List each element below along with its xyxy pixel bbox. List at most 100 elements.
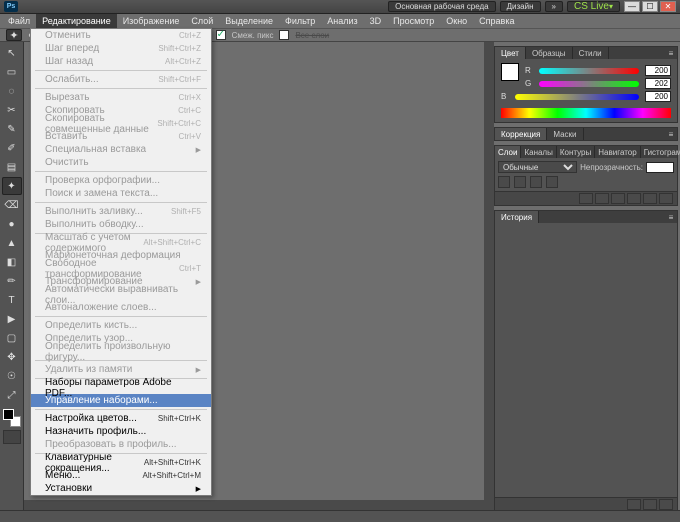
horizontal-scrollbar[interactable] (24, 500, 484, 510)
tool-17[interactable]: ☉ (2, 367, 22, 385)
menu-справка[interactable]: Справка (473, 14, 520, 28)
lock-all-icon[interactable] (546, 176, 558, 188)
tab-masks[interactable]: Маски (547, 128, 583, 140)
blend-mode-select[interactable]: Обычные (498, 161, 577, 173)
contiguous-label: Смеж. пикс (232, 31, 274, 40)
tool-10[interactable]: ▲ (2, 234, 22, 252)
menu-слой[interactable]: Слой (185, 14, 219, 28)
menu-item-shortcut: Shift+Ctrl+C (157, 119, 201, 128)
menu-анализ[interactable]: Анализ (321, 14, 363, 28)
new-snapshot-icon[interactable] (627, 499, 641, 510)
tool-8[interactable]: ⌫ (2, 196, 22, 214)
menu-item[interactable]: Наборы параметров Adobe PDF... (31, 381, 211, 394)
tool-7[interactable]: ✦ (2, 177, 22, 195)
tab-history[interactable]: История (495, 211, 539, 223)
menu-item-label: Проверка орфографии... (45, 175, 160, 186)
new-group-icon[interactable] (627, 193, 641, 204)
maximize-button[interactable]: ☐ (642, 1, 658, 12)
g-value[interactable]: 202 (645, 78, 671, 89)
menu-фильтр[interactable]: Фильтр (279, 14, 321, 28)
menu-item: ВырезатьCtrl+X (31, 91, 211, 104)
menu-item: Ослабить...Shift+Ctrl+F (31, 73, 211, 86)
tool-12[interactable]: ✏ (2, 272, 22, 290)
tab-swatches[interactable]: Образцы (526, 47, 573, 59)
menu-3d[interactable]: 3D (364, 14, 388, 28)
b-slider[interactable] (515, 94, 639, 100)
more-button[interactable]: » (545, 1, 563, 12)
panel-menu-icon[interactable]: ≡ (665, 128, 677, 140)
tool-15[interactable]: ▢ (2, 329, 22, 347)
layer-mask-icon[interactable] (611, 193, 625, 204)
tool-6[interactable]: ▤ (2, 158, 22, 176)
tool-4[interactable]: ✎ (2, 120, 22, 138)
minimize-button[interactable]: — (624, 1, 640, 12)
lock-transparency-icon[interactable] (498, 176, 510, 188)
tool-9[interactable]: ● (2, 215, 22, 233)
panel-menu-icon[interactable]: ≡ (665, 211, 677, 223)
lock-pixels-icon[interactable] (514, 176, 526, 188)
delete-state-icon[interactable] (659, 499, 673, 510)
menu-item[interactable]: Установки (31, 482, 211, 495)
tools-panel: ↖▭◌✂✎✐▤✦⌫●▲◧✏T▶▢✥☉⤢ (0, 42, 24, 510)
new-document-icon[interactable] (643, 499, 657, 510)
tool-3[interactable]: ✂ (2, 101, 22, 119)
menu-редактирование[interactable]: Редактирование (36, 14, 117, 28)
menu-просмотр[interactable]: Просмотр (387, 14, 440, 28)
all-layers-checkbox[interactable] (279, 30, 289, 40)
b-value[interactable]: 200 (645, 91, 671, 102)
design-workspace-button[interactable]: Дизайн (500, 1, 541, 12)
menu-item: Автоматически выравнивать слои... (31, 288, 211, 301)
layer-style-icon[interactable] (595, 193, 609, 204)
tab-navigator[interactable]: Навигатор (595, 146, 640, 158)
r-slider[interactable] (539, 68, 639, 74)
new-layer-icon[interactable] (643, 193, 657, 204)
menu-item-label: Выполнить обводку... (45, 219, 144, 230)
tab-layers[interactable]: Слои (495, 146, 521, 158)
color-swatches[interactable] (3, 409, 21, 427)
vertical-scrollbar[interactable] (484, 42, 494, 510)
menu-окно[interactable]: Окно (440, 14, 473, 28)
tool-14[interactable]: ▶ (2, 310, 22, 328)
hue-ramp[interactable] (501, 108, 671, 118)
menu-item[interactable]: Назначить профиль... (31, 425, 211, 438)
menu-изображение[interactable]: Изображение (117, 14, 186, 28)
menu-выделение[interactable]: Выделение (219, 14, 279, 28)
tool-18[interactable]: ⤢ (2, 386, 22, 404)
tool-1[interactable]: ▭ (2, 63, 22, 81)
tab-adjustments[interactable]: Коррекция (495, 128, 547, 140)
tab-histogram[interactable]: Гистограмма (641, 146, 680, 158)
opacity-input[interactable] (646, 162, 674, 173)
close-button[interactable]: ✕ (660, 1, 676, 12)
tool-0[interactable]: ↖ (2, 44, 22, 62)
tool-16[interactable]: ✥ (2, 348, 22, 366)
tab-paths[interactable]: Контуры (557, 146, 595, 158)
b-label: B (501, 92, 509, 101)
r-value[interactable]: 200 (645, 65, 671, 76)
delete-layer-icon[interactable] (659, 193, 673, 204)
contiguous-checkbox[interactable] (216, 30, 226, 40)
tool-11[interactable]: ◧ (2, 253, 22, 271)
tool-2[interactable]: ◌ (2, 82, 22, 100)
menu-item-label: Отменить (45, 30, 91, 41)
menu-item[interactable]: Настройка цветов...Shift+Ctrl+K (31, 412, 211, 425)
menu-item-shortcut: Alt+Ctrl+Z (165, 57, 201, 66)
panel-menu-icon[interactable]: ≡ (665, 47, 677, 59)
layers-panel: Слои Каналы Контуры Навигатор Гистограмм… (494, 145, 678, 206)
cs-live-button[interactable]: CS Live ▾ (567, 1, 620, 12)
r-label: R (525, 66, 533, 75)
tab-color[interactable]: Цвет (495, 47, 526, 59)
tool-5[interactable]: ✐ (2, 139, 22, 157)
tool-13[interactable]: T (2, 291, 22, 309)
workspace-switcher[interactable]: Основная рабочая среда (388, 1, 496, 12)
tab-channels[interactable]: Каналы (521, 146, 556, 158)
link-layers-icon[interactable] (579, 193, 593, 204)
quick-mask-icon[interactable] (3, 430, 21, 444)
menu-item-label: Ослабить... (45, 74, 99, 85)
tab-styles[interactable]: Стили (573, 47, 609, 59)
lock-position-icon[interactable] (530, 176, 542, 188)
menu-файл[interactable]: Файл (2, 14, 36, 28)
menu-item-label: Автоналожение слоев... (45, 302, 157, 313)
foreground-color-swatch[interactable] (501, 63, 519, 81)
menu-item[interactable]: Клавиатурные сокращения...Alt+Shift+Ctrl… (31, 456, 211, 469)
g-slider[interactable] (539, 81, 639, 87)
